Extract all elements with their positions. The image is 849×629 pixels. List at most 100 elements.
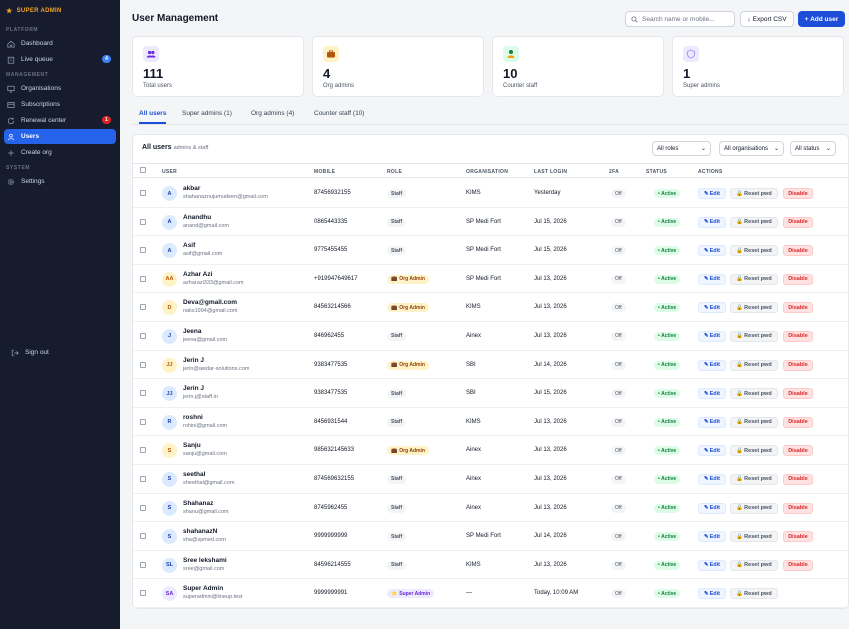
status-filter[interactable]: All status ⌄ [790, 141, 836, 156]
row-checkbox[interactable] [140, 247, 146, 254]
user-organisation: KIMS [466, 561, 481, 568]
edit-button[interactable]: ✎ Edit [698, 531, 726, 543]
table-title-text: All users [142, 144, 172, 151]
edit-button[interactable]: ✎ Edit [698, 359, 726, 371]
user-mobile: 874569632155 [314, 475, 355, 482]
tab-counter-staff[interactable]: Counter staff (10) [314, 110, 364, 124]
status-label: Active [661, 533, 677, 540]
edit-button[interactable]: ✎ Edit [698, 188, 726, 199]
export-csv-button[interactable]: ↓ Export CSV [740, 11, 794, 27]
sidebar-item-live-queue[interactable]: Live queue 4 [4, 52, 116, 67]
sidebar-item-create-org[interactable]: Create org [4, 145, 116, 160]
edit-button[interactable]: ✎ Edit [698, 388, 726, 400]
add-user-button[interactable]: + Add user [798, 11, 845, 27]
row-checkbox[interactable] [140, 190, 146, 196]
reset-password-button[interactable]: 🔒 Reset pwd [730, 359, 778, 371]
user-last-login: Jul 14, 2026 [534, 533, 567, 540]
row-checkbox[interactable] [140, 304, 146, 311]
row-checkbox[interactable] [140, 218, 146, 225]
sidebar-item-users[interactable]: Users [4, 129, 116, 144]
role-filter[interactable]: All roles ⌄ [652, 141, 711, 156]
reset-password-button[interactable]: 🔒 Reset pwd [730, 445, 778, 457]
disable-button[interactable]: Disable [783, 273, 813, 285]
role-badge: Staff [387, 217, 407, 227]
disable-button[interactable]: Disable [783, 502, 813, 514]
sidebar-item-dashboard[interactable]: Dashboard [4, 36, 116, 51]
disable-button[interactable]: Disable [783, 473, 813, 485]
user-organisation: SP Medi Fort [466, 533, 501, 540]
search-box[interactable] [625, 11, 735, 27]
row-checkbox[interactable] [140, 418, 146, 425]
stat-value: 111 [143, 66, 164, 81]
select-all-checkbox[interactable] [140, 167, 146, 173]
disable-button[interactable]: Disable [783, 330, 813, 342]
reset-password-button[interactable]: 🔒 Reset pwd [730, 531, 778, 543]
row-checkbox[interactable] [140, 332, 146, 339]
user-organisation: SP Medi Fort [466, 218, 501, 225]
disable-button[interactable]: Disable [783, 388, 813, 400]
sidebar: ★ SUPER ADMIN PLATFORM Dashboard Live qu… [0, 0, 120, 629]
user-last-login: Jul 13, 2026 [534, 332, 567, 339]
tab-all-users[interactable]: All users [139, 110, 167, 124]
sidebar-item-settings[interactable]: Settings [4, 174, 116, 189]
edit-button[interactable]: ✎ Edit [698, 302, 726, 314]
row-checkbox[interactable] [140, 390, 146, 397]
edit-button[interactable]: ✎ Edit [698, 416, 726, 428]
status-badge: • Active [654, 360, 681, 370]
edit-label: Edit [709, 533, 720, 540]
edit-button[interactable]: ✎ Edit [698, 245, 726, 257]
row-checkbox[interactable] [140, 561, 146, 568]
disable-button[interactable]: Disable [783, 245, 813, 257]
row-checkbox[interactable] [140, 361, 146, 368]
reset-password-button[interactable]: 🔒 Reset pwd [730, 330, 778, 342]
table-row: S Sanju sanju@gmail.com 985632145633 💼 Org Ad… [133, 436, 848, 465]
pencil-icon: ✎ [704, 219, 709, 226]
user-last-login: Jul 13, 2026 [534, 475, 567, 482]
organisation-filter[interactable]: All organisations ⌄ [719, 141, 784, 156]
row-checkbox[interactable] [140, 504, 146, 511]
row-checkbox[interactable] [140, 533, 146, 540]
edit-button[interactable]: ✎ Edit [698, 473, 726, 485]
reset-password-button[interactable]: 🔒 Reset pwd [730, 216, 778, 228]
edit-button[interactable]: ✎ Edit [698, 216, 726, 228]
disable-button[interactable]: Disable [783, 531, 813, 543]
reset-password-button[interactable]: 🔒 Reset pwd [730, 245, 778, 257]
reset-password-label: Reset pwd [744, 505, 772, 512]
edit-button[interactable]: ✎ Edit [698, 588, 726, 600]
reset-password-button[interactable]: 🔒 Reset pwd [730, 273, 778, 285]
disable-button[interactable]: Disable [783, 188, 813, 199]
reset-password-button[interactable]: 🔒 Reset pwd [730, 388, 778, 400]
reset-password-button[interactable]: 🔒 Reset pwd [730, 416, 778, 428]
reset-password-button[interactable]: 🔒 Reset pwd [730, 588, 778, 600]
disable-button[interactable]: Disable [783, 559, 813, 571]
sidebar-item-organisations[interactable]: Organisations [4, 81, 116, 96]
reset-password-button[interactable]: 🔒 Reset pwd [730, 502, 778, 514]
edit-button[interactable]: ✎ Edit [698, 445, 726, 457]
sidebar-item-subscriptions[interactable]: Subscriptions [4, 97, 116, 112]
edit-button[interactable]: ✎ Edit [698, 502, 726, 514]
row-checkbox[interactable] [140, 447, 146, 454]
sidebar-item-renewal-center[interactable]: Renewal center 1 [4, 113, 116, 128]
row-checkbox[interactable] [140, 275, 146, 282]
row-checkbox[interactable] [140, 475, 146, 482]
disable-button[interactable]: Disable [783, 416, 813, 428]
edit-button[interactable]: ✎ Edit [698, 330, 726, 342]
edit-button[interactable]: ✎ Edit [698, 559, 726, 571]
tab-org-admins[interactable]: Org admins (4) [251, 110, 294, 124]
search-input[interactable] [642, 15, 730, 23]
sign-out-button[interactable]: Sign out [8, 345, 52, 360]
logout-icon [11, 349, 19, 357]
reset-password-button[interactable]: 🔒 Reset pwd [730, 559, 778, 571]
reset-password-button[interactable]: 🔒 Reset pwd [730, 473, 778, 485]
disable-button[interactable]: Disable [783, 359, 813, 371]
reset-password-label: Reset pwd [744, 562, 772, 569]
disable-button[interactable]: Disable [783, 216, 813, 228]
edit-button[interactable]: ✎ Edit [698, 273, 726, 285]
disable-button[interactable]: Disable [783, 302, 813, 314]
tab-super-admins[interactable]: Super admins (1) [182, 110, 232, 124]
sidebar-item-label: Create org [21, 149, 52, 156]
row-checkbox[interactable] [140, 590, 146, 597]
disable-button[interactable]: Disable [783, 445, 813, 457]
reset-password-button[interactable]: 🔒 Reset pwd [730, 302, 778, 314]
reset-password-button[interactable]: 🔒 Reset pwd [730, 188, 778, 199]
